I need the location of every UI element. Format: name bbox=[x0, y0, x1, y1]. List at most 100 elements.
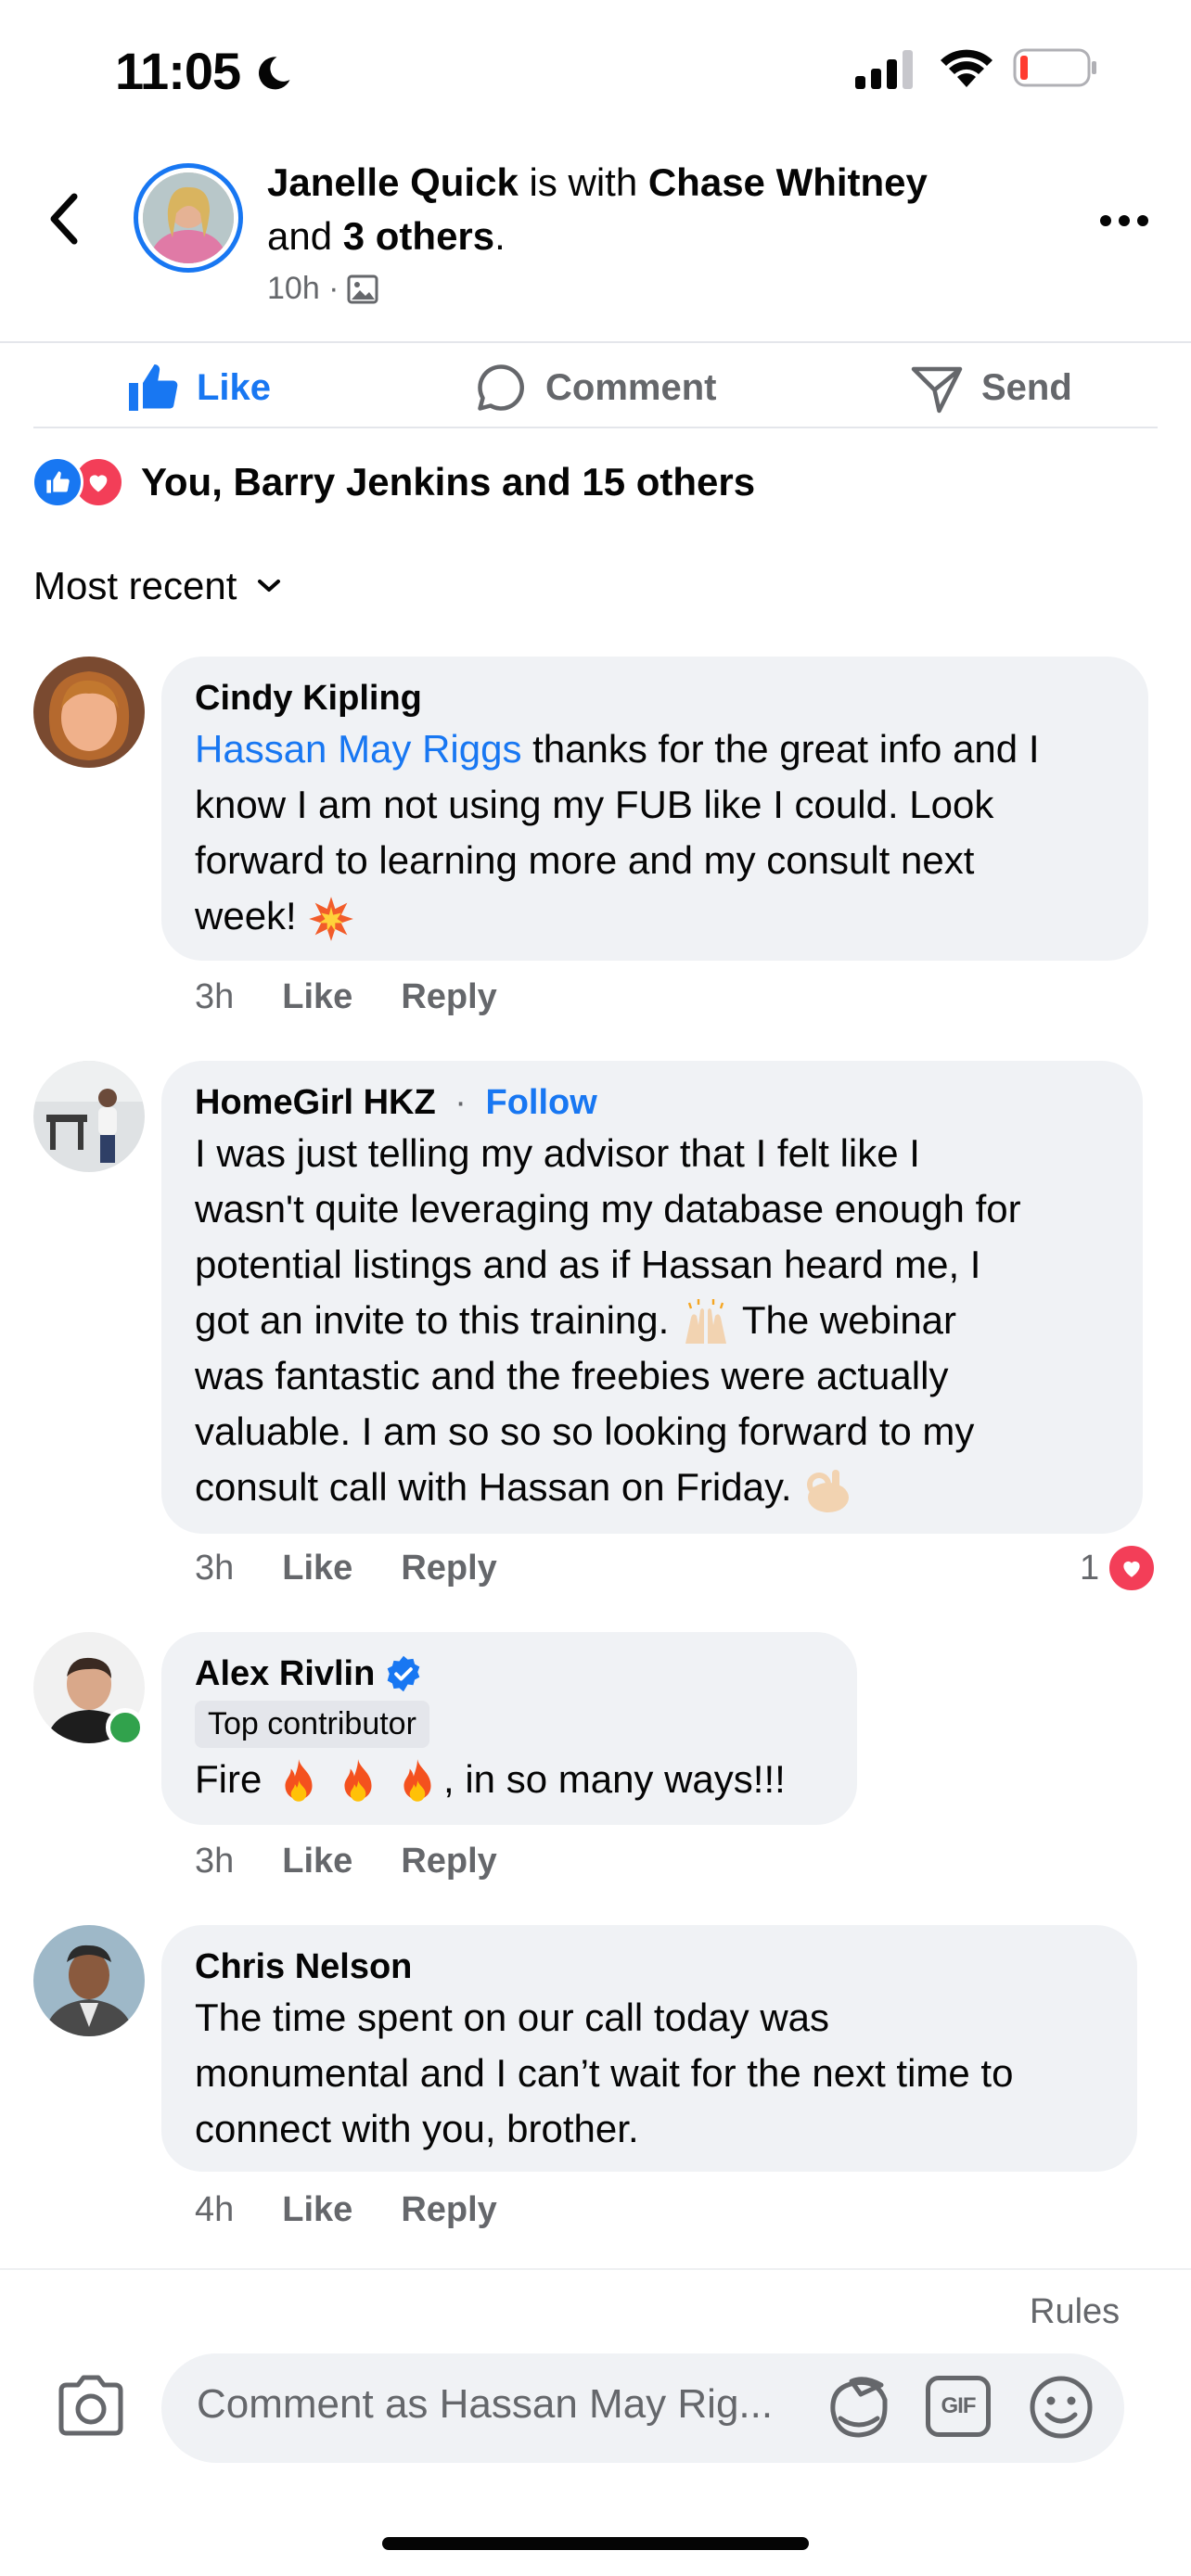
fire-emoji-icon bbox=[403, 1758, 431, 1802]
send-icon bbox=[911, 366, 963, 414]
chevron-down-icon bbox=[258, 580, 281, 592]
name-separator: · bbox=[444, 1083, 477, 1122]
header-period: . bbox=[494, 214, 506, 258]
commenter-header: Alex Rivlin bbox=[195, 1652, 824, 1695]
comment-time[interactable]: 3h bbox=[195, 1842, 234, 1881]
post-time[interactable]: 10h · bbox=[267, 271, 339, 307]
comment-text-line: The time spent on our call today was bbox=[195, 1996, 830, 2039]
commenter-name[interactable]: HomeGirl HKZ bbox=[195, 1081, 436, 1124]
commenter-header: HomeGirl HKZ · Follow bbox=[195, 1081, 1109, 1124]
comment-text-line: consult call with Hassan on Friday. bbox=[195, 1465, 803, 1509]
comment-text-start: Fire bbox=[195, 1757, 273, 1801]
like-label: Like bbox=[197, 366, 272, 408]
photo-privacy-icon bbox=[347, 274, 378, 303]
back-arrow-icon[interactable] bbox=[43, 191, 83, 247]
comment-text-line: The webinar bbox=[731, 1298, 957, 1342]
comment-reply-button[interactable]: Reply bbox=[401, 977, 496, 1017]
comment-text-line: potential listings and as if Hassan hear… bbox=[195, 1243, 981, 1286]
like-button[interactable]: Like bbox=[124, 343, 271, 432]
comment-text-end: , in so many ways!!! bbox=[443, 1757, 786, 1801]
reaction-count-text: 1 bbox=[1080, 1548, 1100, 1588]
commenter-avatar[interactable] bbox=[33, 1061, 145, 1172]
comment-text-line: connect with you, brother. bbox=[195, 2107, 639, 2150]
comment-text-line: got an invite to this training. bbox=[195, 1298, 680, 1342]
avatar-sticker-icon[interactable] bbox=[824, 2374, 894, 2442]
comment-reply-button[interactable]: Reply bbox=[401, 2190, 496, 2230]
moon-icon bbox=[259, 57, 290, 90]
like-reaction-icon bbox=[32, 456, 83, 508]
love-reaction-icon bbox=[1107, 1543, 1158, 1593]
commenter-avatar[interactable] bbox=[33, 657, 145, 768]
comment-text-line: thanks for the great info and I bbox=[521, 727, 1040, 771]
comment-meta: 3h Like Reply bbox=[195, 1842, 497, 1881]
comment-like-button[interactable]: Like bbox=[282, 1549, 352, 1588]
commenter-avatar[interactable] bbox=[33, 1925, 145, 2036]
status-time: 11:05 bbox=[115, 42, 241, 100]
reactions-summary[interactable]: You, Barry Jenkins and 15 others bbox=[32, 456, 755, 508]
comment-button[interactable]: Comment bbox=[473, 343, 716, 432]
comment-bubble: HomeGirl HKZ · Follow I was just telling… bbox=[161, 1061, 1143, 1534]
comment-reply-button[interactable]: Reply bbox=[401, 1842, 496, 1881]
cellular-signal-icon bbox=[855, 50, 913, 89]
mention-link[interactable]: Hassan May Riggs bbox=[195, 727, 521, 771]
comment-sort-dropdown[interactable]: Most recent bbox=[33, 564, 283, 608]
rules-link[interactable]: Rules bbox=[1030, 2292, 1120, 2332]
comment-meta: 4h Like Reply bbox=[195, 2190, 497, 2230]
composer-divider bbox=[0, 2268, 1191, 2270]
send-label: Send bbox=[981, 366, 1072, 408]
top-contributor-badge: Top contributor bbox=[195, 1701, 429, 1748]
gif-button[interactable]: GIF bbox=[926, 2376, 991, 2437]
comment-text: I was just telling my advisor that I fel… bbox=[195, 1126, 1109, 1515]
comment-text-line: monumental and I can’t wait for the next… bbox=[195, 2051, 1014, 2095]
comment-text-line: wasn't quite leveraging my database enou… bbox=[195, 1187, 1021, 1231]
camera-icon[interactable] bbox=[56, 2374, 126, 2437]
header-and-text: and bbox=[267, 214, 343, 258]
comment-meta: 3h Like Reply bbox=[195, 1549, 497, 1588]
gif-label: GIF bbox=[941, 2393, 977, 2418]
author-name[interactable]: Janelle Quick bbox=[267, 160, 519, 204]
emoji-icon[interactable] bbox=[1028, 2374, 1095, 2441]
battery-low-icon bbox=[1013, 48, 1096, 87]
reactions-summary-text: You, Barry Jenkins and 15 others bbox=[141, 460, 756, 504]
ok-hand-emoji-icon bbox=[807, 1469, 850, 1512]
verified-badge-icon bbox=[387, 1655, 420, 1692]
header-with-text: is with bbox=[518, 160, 648, 204]
tagged-others-link[interactable]: 3 others bbox=[343, 214, 494, 258]
actions-divider bbox=[33, 427, 1158, 428]
follow-button[interactable]: Follow bbox=[485, 1081, 596, 1124]
sort-label: Most recent bbox=[33, 564, 237, 607]
commenter-name[interactable]: Alex Rivlin bbox=[195, 1652, 375, 1695]
comment-time[interactable]: 3h bbox=[195, 977, 234, 1017]
comment-reply-button[interactable]: Reply bbox=[401, 1549, 496, 1588]
comment-like-button[interactable]: Like bbox=[282, 1842, 352, 1881]
comment-text-line: valuable. I am so so so looking forward … bbox=[195, 1409, 975, 1453]
tagged-name[interactable]: Chase Whitney bbox=[648, 160, 928, 204]
comment-bubble: Cindy Kipling Hassan May Riggs thanks fo… bbox=[161, 657, 1148, 961]
comment-bubble: Alex Rivlin Top contributor Fire , in so… bbox=[161, 1632, 857, 1825]
comment-time[interactable]: 3h bbox=[195, 1549, 234, 1588]
comment-like-button[interactable]: Like bbox=[282, 977, 352, 1017]
comment-like-button[interactable]: Like bbox=[282, 2190, 352, 2230]
comment-bubble: Chris Nelson The time spent on our call … bbox=[161, 1925, 1137, 2172]
comment-text-line: forward to learning more and my consult … bbox=[195, 838, 975, 882]
comment-reaction-count[interactable]: 1 bbox=[1080, 1543, 1158, 1593]
comment-time[interactable]: 4h bbox=[195, 2190, 234, 2230]
home-indicator bbox=[382, 2537, 809, 2550]
wifi-icon bbox=[941, 49, 992, 87]
comment-label: Comment bbox=[545, 366, 717, 408]
more-options-icon[interactable] bbox=[1100, 215, 1148, 226]
comment-text-line: I was just telling my advisor that I fel… bbox=[195, 1131, 920, 1175]
author-avatar[interactable] bbox=[134, 163, 243, 273]
send-button[interactable]: Send bbox=[909, 343, 1072, 432]
post-header-line-2: and 3 others. bbox=[267, 210, 506, 263]
comment-text-line: was fantastic and the freebies were actu… bbox=[195, 1354, 949, 1397]
comment-icon bbox=[478, 364, 524, 411]
post-meta: 10h · bbox=[267, 271, 378, 307]
comment-meta: 3h Like Reply bbox=[195, 977, 497, 1017]
comment-input-placeholder[interactable]: Comment as Hassan May Rig... bbox=[197, 2381, 773, 2428]
commenter-name[interactable]: Cindy Kipling bbox=[195, 677, 1115, 720]
fire-emoji-icon bbox=[344, 1758, 372, 1802]
fire-emoji-icon bbox=[285, 1758, 313, 1802]
online-status-indicator bbox=[106, 1708, 145, 1747]
commenter-name[interactable]: Chris Nelson bbox=[195, 1945, 1104, 1988]
